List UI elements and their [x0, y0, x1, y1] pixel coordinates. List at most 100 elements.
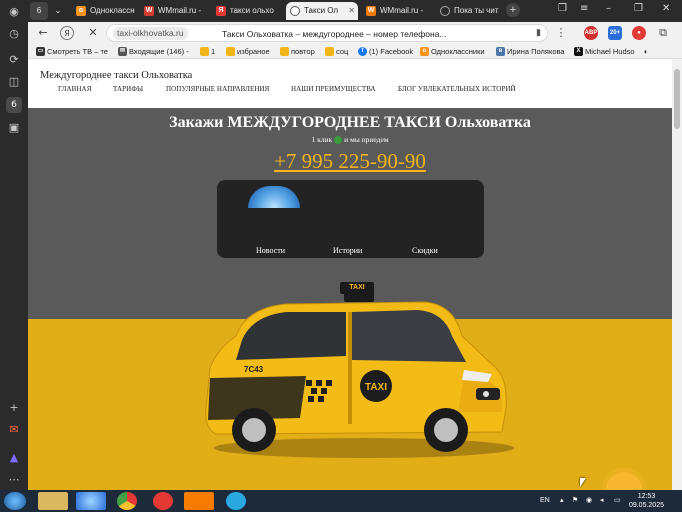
stop-loading-icon[interactable]: ✕ [86, 26, 100, 40]
new-tab-button[interactable]: + [506, 3, 520, 17]
tray-flag-icon[interactable]: ⚑ [572, 494, 578, 508]
wmmail-icon: W [366, 6, 376, 16]
bookmark-folder-repeat[interactable]: повтор [280, 46, 315, 57]
tab-label: Такси Ол [304, 6, 339, 15]
mail-panel-icon[interactable]: ✉ [6, 422, 22, 438]
bookmark-inbox[interactable]: ✉ Входящие (146) - [118, 46, 189, 57]
media-player-icon[interactable] [184, 492, 214, 510]
tabs-count-badge[interactable]: 6 [6, 97, 22, 113]
panel-link-news[interactable]: Новости [256, 246, 285, 255]
yandex-browser-icon[interactable] [153, 492, 173, 510]
clock-date: 09.05.2025 [628, 502, 664, 509]
address-toolbar: ← Я ✕ taxi-olkhovatka.ru Такси Ольховатк… [28, 22, 682, 44]
hero-section: Закажи МЕЖДУГОРОДНЕЕ ТАКСИ Ольховатка 1 … [28, 108, 672, 490]
bookmarks-bar: ▭ Смотреть ТВ – те ✉ Входящие (146) - 1 из… [28, 44, 682, 59]
yandex-button-icon[interactable]: Я [60, 26, 74, 40]
bookmark-folder-social[interactable]: соц [325, 46, 348, 57]
phone-link[interactable]: +7 995 225-90-90 [28, 149, 672, 174]
wmmail-icon: W [144, 6, 154, 16]
yandex-logo-icon[interactable]: ◉ [6, 4, 22, 20]
nav-popular-routes[interactable]: ПОПУЛЯРНЫЕ НАПРАВЛЕНИЯ [166, 85, 269, 93]
nav-tariffs[interactable]: ТАРИФЫ [113, 85, 143, 93]
bookmark-x[interactable]: X Michael Hudso [574, 46, 635, 57]
yandex-icon: Я [216, 6, 226, 16]
tray-chevron-icon[interactable]: ▴ [560, 494, 564, 508]
add-panel-icon[interactable]: + [6, 400, 22, 416]
tab-list-chevron-icon[interactable]: ⌄ [50, 2, 66, 20]
address-bar[interactable]: taxi-olkhovatka.ru Такси Ольховатка – ме… [106, 24, 548, 42]
history-icon[interactable]: ◷ [6, 26, 22, 42]
van-door-logo: TAXI [365, 382, 387, 393]
collections-window-icon[interactable]: ❐ [558, 3, 567, 14]
tab-counter[interactable]: 6 [30, 2, 48, 20]
windows-taskbar: EN ▴ ⚑ ◉ ◂ ▭ 12:53 09.05.2025 [0, 490, 682, 512]
close-tab-icon[interactable]: ✕ [348, 2, 355, 20]
bookmark-facebook[interactable]: f (1) Facebook [358, 46, 413, 57]
click-icon [334, 136, 343, 145]
scroll-thumb[interactable] [674, 69, 680, 129]
url-domain[interactable]: taxi-olkhovatka.ru [113, 27, 188, 40]
language-indicator[interactable]: EN [540, 494, 550, 508]
bookmark-folder-favorites[interactable]: избраное [226, 46, 270, 57]
back-icon[interactable]: ← [36, 26, 50, 40]
more-options-icon[interactable]: ⋮ [554, 26, 568, 40]
adblock-icon[interactable]: ABP [584, 26, 598, 40]
ie-icon[interactable] [76, 492, 106, 510]
page-scrollbar[interactable] [672, 59, 682, 490]
extension-badge-icon[interactable]: 20+ [608, 26, 622, 40]
alice-icon[interactable]: ▲ [6, 450, 22, 466]
page-title-in-omnibox: Такси Ольховатка – междугороднее – номер… [222, 29, 447, 39]
x-icon: X [574, 47, 583, 56]
tab-label: такси ольхо [230, 6, 274, 15]
bookmark-tv[interactable]: ▭ Смотреть ТВ – те [36, 46, 108, 57]
nav-advantages[interactable]: НАШИ ПРЕИМУЩЕСТВА [291, 85, 376, 93]
close-window-icon[interactable]: ✕ [662, 3, 670, 14]
start-button-icon[interactable] [4, 492, 26, 510]
panel-link-discounts[interactable]: Скидки [412, 246, 438, 255]
hero-title: Закажи МЕЖДУГОРОДНЕЕ ТАКСИ Ольховатка [169, 114, 531, 131]
folder-icon [226, 47, 235, 56]
red-extension-icon[interactable]: ● [632, 26, 646, 40]
ok-icon: о [420, 47, 429, 56]
site-header: Междугороднее такси Ольховатка ГЛАВНАЯ Т… [28, 59, 672, 108]
tab-wmmail-2[interactable]: W WMmail.ru - [362, 2, 432, 20]
hero-subtitle: 1 клик и мы приедем [311, 135, 389, 145]
tab-poka-ty[interactable]: Пока ты чит [436, 2, 502, 20]
tab-wmmail-1[interactable]: W WMmail.ru - [140, 2, 208, 20]
collections-icon[interactable]: ▣ [6, 120, 22, 136]
tab-yandex-search[interactable]: Я такси ольхо [212, 2, 282, 20]
bookmark-folder-1[interactable]: 1 [200, 46, 215, 57]
bookmark-odnoklassniki[interactable]: о Одноклассники [420, 46, 485, 57]
mouse-cursor-icon [580, 478, 586, 487]
mail-icon: ✉ [118, 47, 127, 56]
bookmarks-overflow-icon[interactable]: ◐ [644, 46, 649, 57]
bookmark-vk[interactable]: в Ирина Полякова [496, 46, 565, 57]
taxi-van-image: 7С43 TAXI [205, 292, 514, 458]
sync-icon[interactable]: ⟳ [6, 52, 22, 68]
extensions-puzzle-icon[interactable]: ⧉ [656, 26, 670, 40]
folder-icon [280, 47, 289, 56]
file-explorer-icon[interactable] [38, 492, 68, 510]
page-viewport: Междугороднее такси Ольховатка ГЛАВНАЯ Т… [28, 59, 672, 490]
tab-taxi-active[interactable]: Такси Ол ✕ [286, 2, 358, 20]
tab-odnoklassniki[interactable]: о Одноклассн [72, 2, 136, 20]
panel-link-stories[interactable]: Истории [333, 246, 362, 255]
network-icon[interactable]: ▭ [614, 494, 621, 508]
tray-app-icon[interactable]: ◉ [586, 494, 592, 508]
site-brand[interactable]: Междугороднее такси Ольховатка [40, 70, 192, 81]
restore-icon[interactable]: ❐ [634, 3, 643, 14]
menu-icon[interactable]: ≡ [580, 3, 588, 14]
more-icon[interactable]: ⋯ [6, 472, 22, 488]
nav-home[interactable]: ГЛАВНАЯ [58, 85, 91, 93]
clock-time: 12:53 [637, 493, 656, 500]
bookmark-icon[interactable]: ▮ [536, 27, 541, 38]
nav-blog[interactable]: БЛОГ УВЛЕКАТЕЛЬНЫХ ИСТОРИЙ [398, 85, 516, 93]
chrome-icon[interactable] [117, 492, 137, 510]
clock[interactable]: 12:53 09.05.2025 [629, 492, 664, 510]
telegram-icon[interactable] [226, 492, 246, 510]
screenshot-icon[interactable]: ◫ [6, 74, 22, 90]
minimize-icon[interactable]: – [606, 3, 611, 14]
volume-icon[interactable]: ◂ [600, 494, 604, 508]
browser-sidebar: ◉ ◷ ⟳ ◫ 6 ▣ + ✉ ▲ ⋯ [0, 0, 28, 490]
roof-sign: TAXI [340, 282, 374, 294]
